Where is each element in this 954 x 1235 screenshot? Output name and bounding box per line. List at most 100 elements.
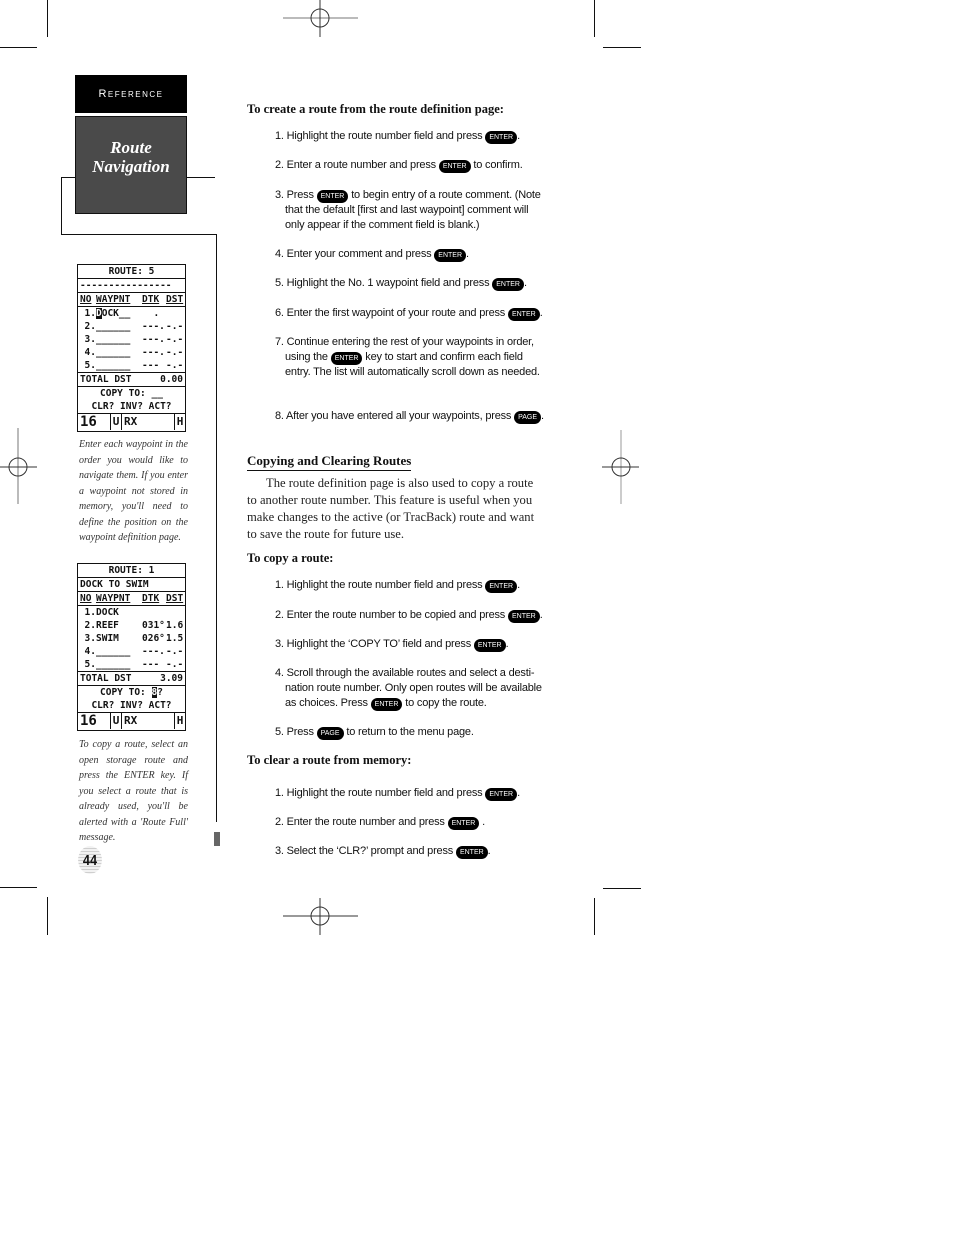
- column-headers: NO WAYPNT DTK DST: [78, 592, 185, 606]
- step-item: 4. Scroll through the available routes a…: [275, 666, 547, 711]
- step-item: 3. Highlight the ‘COPY TO’ field and pre…: [275, 637, 547, 652]
- route-options[interactable]: CLR? INV? ACT?: [78, 699, 185, 713]
- chapter-title-line: Navigation: [92, 157, 170, 176]
- status-mode: U: [111, 713, 122, 729]
- step-text: 5. Highlight the No. 1 waypoint field an…: [275, 277, 490, 289]
- enter-key-icon: ENTER: [370, 698, 403, 711]
- row-dtk: ---.: [142, 646, 165, 657]
- route-comment: DOCK TO SWIM: [78, 578, 185, 592]
- row-dtk: ---: [142, 659, 160, 670]
- row-dst: 1.6: [166, 620, 184, 631]
- row-no: 4.: [84, 646, 96, 657]
- registration-mark-left: [0, 428, 37, 504]
- header-dtk: DTK: [142, 294, 160, 305]
- total-distance-row: TOTAL DST 3.09: [78, 672, 185, 686]
- step-text: .: [517, 787, 520, 799]
- waypoint-name: ______: [96, 659, 131, 670]
- waypoint-name: OCK__: [101, 308, 131, 319]
- row-no: 5.: [84, 659, 96, 670]
- header-waypnt: WAYPNT: [96, 294, 131, 305]
- caption: Enter each waypoint in the order you wou…: [79, 439, 188, 543]
- waypoint-name: ______: [96, 321, 131, 332]
- caption: To copy a route, select an open storage …: [79, 739, 188, 843]
- step-item: 5. Press PAGE to return to the menu page…: [275, 725, 547, 740]
- waypoint-name: ______: [96, 334, 131, 345]
- step-text: .: [505, 638, 509, 650]
- column-headers: NO WAYPNT DTK DST: [78, 293, 185, 307]
- waypoint-name: ______: [96, 646, 131, 657]
- total-value: 0.00: [160, 374, 183, 385]
- status-number: 16: [78, 414, 111, 430]
- enter-key-icon: ENTER: [507, 610, 540, 623]
- step-item: 1. Highlight the route number field and …: [275, 129, 547, 144]
- step-text: 5. Press: [275, 726, 314, 738]
- frame-line: [216, 234, 217, 822]
- copy-to-label: COPY TO:: [100, 388, 146, 399]
- waypoint-name: DOCK: [96, 607, 119, 618]
- status-rx: RX: [122, 713, 175, 729]
- row-no: 3.: [84, 633, 96, 644]
- section-tab-label: Reference: [98, 88, 164, 100]
- row-no: 5.: [84, 360, 96, 371]
- step-text: 3. Highlight the ‘COPY TO’ field and pre…: [275, 638, 472, 650]
- registration-mark-bottom: [283, 898, 358, 935]
- step-item: 8. After you have entered all your waypo…: [275, 409, 547, 424]
- status-number: 16: [78, 713, 111, 729]
- row-dtk: ---.: [142, 347, 165, 358]
- copy-to-field[interactable]: __: [152, 388, 163, 399]
- total-label: TOTAL DST: [80, 673, 132, 684]
- step-item: 2. Enter a route number and press ENTER …: [275, 158, 547, 173]
- step-item: 2. Enter the route number and press ENTE…: [275, 815, 547, 830]
- section-paragraph: The route definition page is also used t…: [247, 475, 537, 543]
- registration-mark-top: [283, 0, 358, 37]
- paragraph-text: The route definition page is also used t…: [247, 476, 535, 541]
- step-item: 3. Select the ‘CLR?’ prompt and press EN…: [275, 844, 547, 859]
- page-key-icon: PAGE: [514, 411, 542, 424]
- step-item: 5. Highlight the No. 1 waypoint field an…: [275, 276, 547, 291]
- header-waypnt: WAYPNT: [96, 593, 131, 604]
- status-rx: RX: [122, 414, 175, 430]
- row-dtk: 031°: [142, 620, 165, 631]
- crop-mark: [594, 0, 595, 37]
- enter-key-icon: ENTER: [473, 639, 506, 652]
- row-no: 1.: [84, 607, 96, 618]
- crop-mark: [603, 47, 641, 48]
- total-distance-row: TOTAL DST 0.00: [78, 373, 185, 387]
- step-text: 6. Enter the first waypoint of your rout…: [275, 307, 506, 319]
- enter-key-icon: ENTER: [434, 249, 467, 262]
- row-no: 4.: [84, 347, 96, 358]
- waypoint-name: REEF: [96, 620, 119, 631]
- copy-to-label: COPY TO:: [100, 687, 146, 698]
- frame-line: [61, 177, 76, 178]
- enter-key-icon: ENTER: [492, 278, 524, 291]
- step-text: 3. Press: [275, 189, 314, 201]
- crop-mark: [594, 898, 595, 935]
- step-text: 4. Enter your comment and press: [275, 248, 432, 260]
- waypoint-row: 5. ______ --- -.-: [78, 658, 185, 672]
- enter-key-icon: ENTER: [485, 131, 518, 144]
- step-item: 1. Highlight the route number field and …: [275, 578, 547, 593]
- section-tab: Reference: [75, 75, 187, 113]
- step-text: 2. Enter a route number and press: [275, 159, 436, 171]
- enter-key-icon: ENTER: [447, 817, 480, 830]
- step-item: 2. Enter the route number to be copied a…: [275, 608, 547, 623]
- status-bar: 16 U RX H: [78, 414, 185, 430]
- chapter-title: Route Navigation: [75, 116, 187, 214]
- waypoint-row: 3. ______ ---. -.-: [78, 333, 185, 346]
- waypoint-name: ______: [96, 360, 131, 371]
- row-no: 2.: [84, 321, 96, 332]
- screen-title: ROUTE: 5: [78, 265, 185, 279]
- status-mode: U: [111, 414, 122, 430]
- step-text: .: [517, 579, 520, 591]
- copy-route-heading: To copy a route:: [247, 551, 334, 565]
- crop-mark: [0, 47, 37, 48]
- row-dtk: [142, 606, 166, 619]
- clear-route-heading: To clear a route from memory:: [247, 753, 412, 767]
- crop-mark: [47, 897, 48, 935]
- step-text: 1. Highlight the route number field and …: [275, 787, 483, 799]
- route-options[interactable]: CLR? INV? ACT?: [78, 400, 185, 414]
- waypoint-row: 1. DOCK: [78, 606, 185, 619]
- step-item: 3. Press ENTER to begin entry of a route…: [275, 188, 547, 233]
- row-no: 3.: [84, 334, 96, 345]
- row-dst: -.-: [166, 334, 184, 345]
